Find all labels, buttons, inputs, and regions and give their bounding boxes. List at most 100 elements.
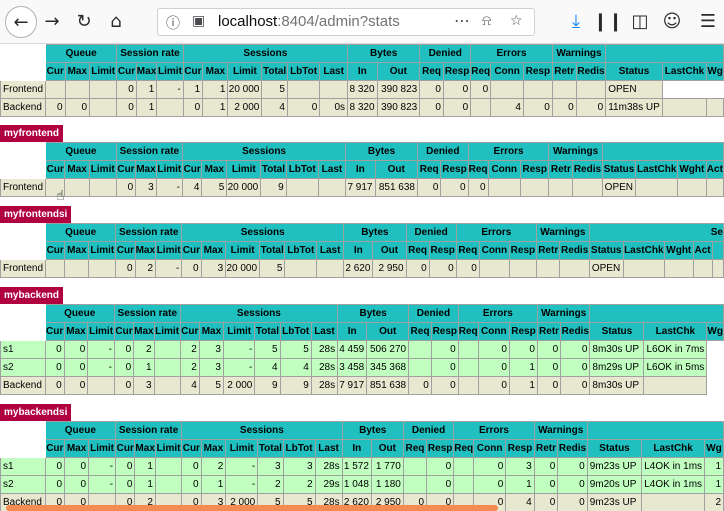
col-cur: Cur <box>44 439 66 458</box>
forward-arrow-icon[interactable]: → <box>38 7 66 35</box>
col-conn: Conn <box>490 62 524 81</box>
col-resp: Resp <box>430 322 459 341</box>
col-lastchk: LastChk <box>641 439 706 458</box>
table-cell <box>643 376 708 395</box>
hdr-bytes: Bytes <box>341 421 404 440</box>
section-title-myfrontendsi[interactable]: myfrontendsi <box>0 206 72 223</box>
table-cell: 390 823 <box>376 98 421 117</box>
col-out: Out <box>374 160 418 179</box>
col-lastchk: LastChk <box>661 62 708 81</box>
col-cur: Cur <box>181 439 202 458</box>
table-cell: 0 <box>477 376 510 395</box>
table-cell: - <box>222 358 256 377</box>
table-cell: 0 <box>115 457 136 476</box>
section-title-mybackend[interactable]: mybackend <box>0 287 64 304</box>
hdr-server <box>586 421 724 440</box>
home-icon[interactable]: ⌂ <box>102 7 130 35</box>
section-title-myfrontend[interactable]: myfrontend <box>0 125 63 142</box>
hdr-bytes: Bytes <box>337 304 410 323</box>
col-status: Status <box>586 439 643 458</box>
table-cell: 0 <box>408 376 432 395</box>
col-limit: Limit <box>225 439 259 458</box>
table-cell: 20 000 <box>227 80 263 99</box>
permissions-icon[interactable]: ▣ <box>192 13 205 29</box>
col-limit: Limit <box>155 241 183 260</box>
table-cell: 0s <box>319 98 349 117</box>
stats-table-stats: Queue Session rate Sessions Bytes Denied… <box>0 44 724 117</box>
col-in: In <box>337 322 368 341</box>
table-cell: 3 <box>198 340 224 359</box>
table-cell: 0 <box>44 457 66 476</box>
menu-icon[interactable]: ☰ <box>694 7 722 35</box>
table-cell <box>705 178 724 197</box>
col-limit: Limit <box>88 439 117 458</box>
col-req: Req <box>405 241 430 260</box>
col-cur: Cur <box>45 241 66 260</box>
col-max: Max <box>200 439 227 458</box>
col-max: Max <box>134 439 156 458</box>
table-cell: 0 <box>575 98 607 117</box>
table-cell: 1 <box>508 358 538 377</box>
download-icon[interactable]: ⤓ <box>562 7 590 35</box>
row-label: s1 <box>0 340 46 359</box>
table-cell <box>490 80 524 99</box>
table-cell: 0 <box>113 340 135 359</box>
library-icon[interactable]: ❙❙ <box>593 7 623 35</box>
col-conn: Conn <box>478 241 510 260</box>
bookmark-star-icon[interactable]: ☆ <box>510 13 523 29</box>
url-text[interactable]: localhost:8404/admin?stats <box>218 13 400 30</box>
hdr-server <box>589 304 724 323</box>
table-cell: 0 <box>473 457 507 476</box>
table-cell: 7 917 <box>345 178 376 197</box>
col-max: Max <box>64 62 91 81</box>
table-cell: 4 <box>490 98 524 117</box>
table-cell: L6OK in 5ms <box>643 358 708 377</box>
section-title-mybackendsi[interactable]: mybackendsi <box>0 404 72 421</box>
col-status: Status <box>605 62 663 81</box>
table-cell <box>153 358 181 377</box>
corner-cell <box>0 160 47 179</box>
col-max: Max <box>63 322 89 341</box>
corner-cell <box>0 223 47 242</box>
table-cell: 0 <box>442 80 472 99</box>
table-cell: 0 <box>560 376 591 395</box>
table-cell: - <box>222 340 256 359</box>
hdr-queue: Queue <box>44 304 115 323</box>
table-cell: L6OK in 7ms <box>643 340 708 359</box>
corner-cell <box>0 142 47 161</box>
table-cell: 9 <box>279 376 312 395</box>
back-arrow-icon[interactable]: ← <box>5 6 37 38</box>
table-cell: 3 <box>505 457 535 476</box>
sidebar-icon[interactable]: ◫ <box>626 7 654 35</box>
reload-icon[interactable]: ↻ <box>70 7 98 35</box>
table-cell: 0 <box>536 358 562 377</box>
table-cell: 28s <box>314 457 343 476</box>
row-label: Backend <box>0 376 46 395</box>
hand-cursor-icon: ☝ <box>56 188 65 204</box>
page-actions-icon[interactable]: ⋯ <box>454 11 470 30</box>
table-cell: 1 <box>134 475 156 494</box>
account-icon[interactable]: ☺ <box>658 7 686 35</box>
horizontal-scrollbar[interactable] <box>6 505 498 511</box>
table-cell: 1 <box>704 475 724 494</box>
table-cell <box>45 259 66 278</box>
table-cell: 1 <box>134 457 156 476</box>
col-wg: Wg <box>706 62 724 81</box>
row-label: s2 <box>0 358 46 377</box>
table-cell: 1 <box>508 376 538 395</box>
table-row: Frontend 0 2-0 3 20 000 5 2 620 2 950 0 0 0 OPEN <box>0 259 724 278</box>
table-cell: OPEN <box>605 80 663 99</box>
col-total: Total <box>261 62 288 81</box>
col-retr: Retr <box>551 62 577 81</box>
table-cell: 1 <box>505 475 535 494</box>
table-cell: 0 <box>419 80 444 99</box>
hdr-session-rate: Session rate <box>115 421 183 440</box>
info-icon[interactable]: ⓘ <box>166 13 180 33</box>
pocket-icon[interactable]: ⍾ <box>482 13 491 29</box>
table-cell <box>317 178 347 197</box>
table-cell: 4 <box>261 98 288 117</box>
table-cell: 8m29s UP <box>589 358 645 377</box>
col-total: Total <box>257 439 284 458</box>
url-bar[interactable]: ⓘ ▣ localhost:8404/admin?stats ⋯ ⍾ ☆ <box>157 8 535 36</box>
col-max: Max <box>198 322 224 341</box>
